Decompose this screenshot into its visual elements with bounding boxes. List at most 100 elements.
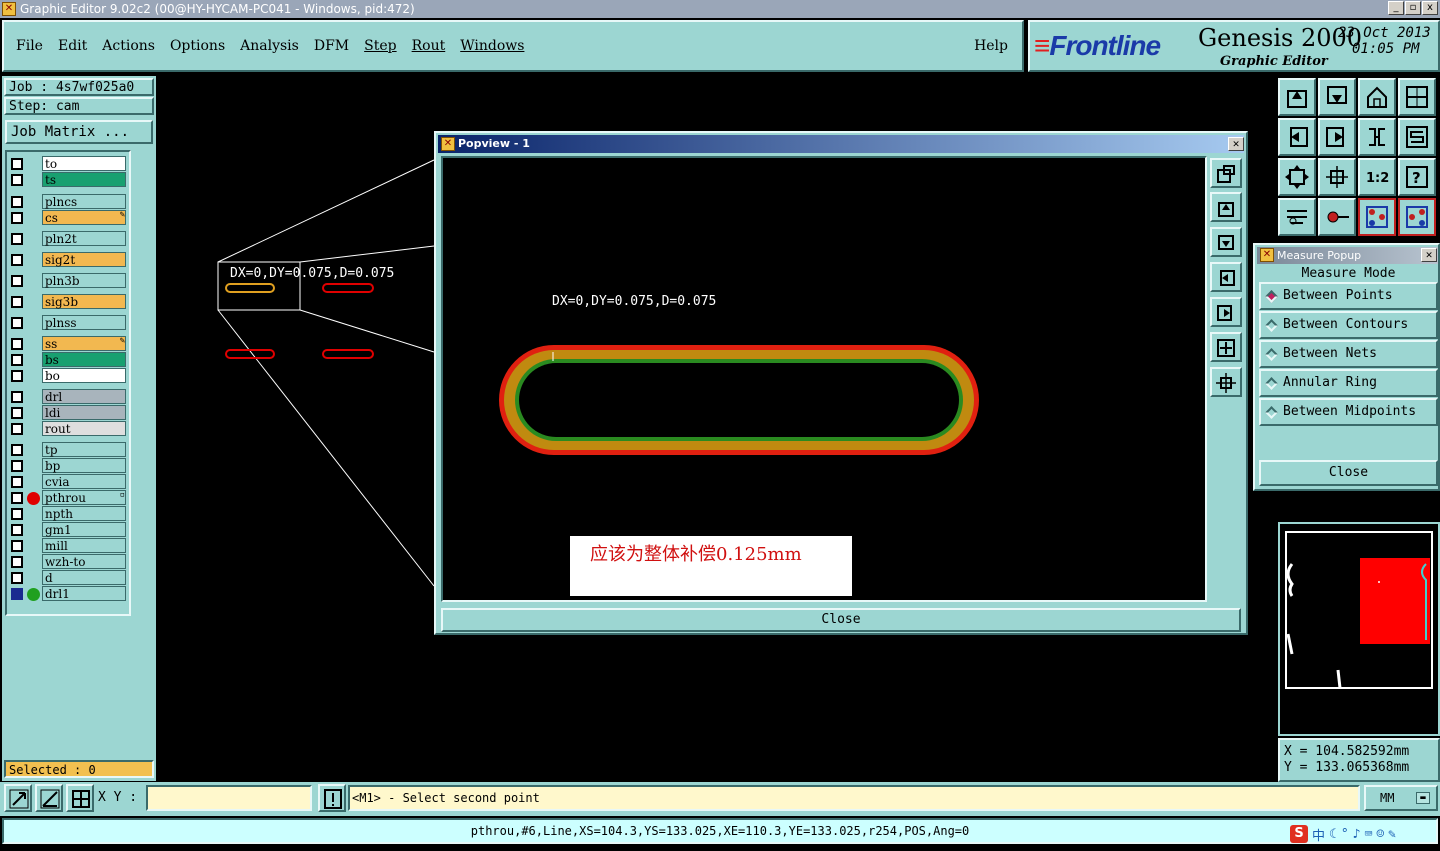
keyboard-icon[interactable]: ⌨: [1365, 827, 1373, 842]
layer-checkbox[interactable]: [11, 572, 23, 584]
layer-row-mill[interactable]: mill: [7, 538, 133, 554]
maximize-button[interactable]: ▫: [1405, 1, 1421, 15]
popview-pan-down-button[interactable]: [1210, 227, 1242, 257]
popview-canvas[interactable]: DX=0,DY=0.075,D=0.075 应该为整体补偿0.125mm: [441, 156, 1207, 602]
layer-name[interactable]: sig2t: [42, 252, 126, 267]
layer-checkbox[interactable]: [11, 296, 23, 308]
layer-name[interactable]: pln2t: [42, 231, 126, 246]
layer-row-ldi[interactable]: ldi: [7, 405, 133, 421]
layer-name[interactable]: wzh-to: [42, 554, 126, 569]
layer-row-drl1[interactable]: drl1: [7, 586, 133, 602]
slot-pad[interactable]: [322, 283, 374, 293]
layer-row-pthrou[interactable]: pthrou ▫: [7, 490, 133, 506]
voice-icon[interactable]: ♪: [1353, 827, 1361, 842]
xy-input[interactable]: [146, 785, 312, 811]
sogou-logo-icon[interactable]: S: [1290, 825, 1308, 843]
layer-row-cvia[interactable]: cvia: [7, 474, 133, 490]
layer-name[interactable]: tp: [42, 442, 126, 457]
option-annular-ring[interactable]: Annular Ring: [1259, 369, 1438, 397]
minimize-button[interactable]: _: [1388, 1, 1404, 15]
layer-checkbox[interactable]: [11, 556, 23, 568]
layer-name[interactable]: ts: [42, 172, 126, 187]
slot-pad[interactable]: [322, 349, 374, 359]
layer-checkbox[interactable]: [11, 492, 23, 504]
pan-right-button[interactable]: [1318, 118, 1356, 156]
popview-zoom-window-button[interactable]: [1210, 158, 1242, 188]
layer-checkbox[interactable]: [11, 212, 23, 224]
popview-zoom-in-button[interactable]: [1210, 367, 1242, 397]
layer-row-to[interactable]: to: [7, 156, 133, 172]
units-dropdown[interactable]: MM ▬: [1364, 785, 1438, 811]
popview-zoom-out-button[interactable]: [1210, 332, 1242, 362]
net-select-button[interactable]: [1358, 198, 1396, 236]
layer-name[interactable]: rout: [42, 421, 126, 436]
layer-name[interactable]: ss: [42, 336, 126, 351]
pan-down-button[interactable]: [1318, 78, 1356, 116]
layer-row-plnss[interactable]: plnss: [7, 315, 133, 331]
layer-checkbox[interactable]: [11, 233, 23, 245]
close-window-button[interactable]: x: [1422, 1, 1438, 15]
scale-1-2-button[interactable]: 1:2: [1358, 158, 1396, 196]
layer-name[interactable]: plncs: [42, 194, 126, 209]
layer-row-bp[interactable]: bp: [7, 458, 133, 474]
moon-icon[interactable]: ☾: [1329, 827, 1337, 842]
layer-row-bo[interactable]: bo: [7, 368, 133, 384]
layer-row-d[interactable]: d: [7, 570, 133, 586]
mirror-button[interactable]: [1358, 118, 1396, 156]
layer-checkbox[interactable]: [11, 196, 23, 208]
layer-name[interactable]: gm1: [42, 522, 126, 537]
layer-name[interactable]: plnss: [42, 315, 126, 330]
measure-popup-close-icon[interactable]: ✕: [1421, 248, 1437, 262]
layer-name[interactable]: sig3b: [42, 294, 126, 309]
user-icon[interactable]: ☺: [1376, 827, 1384, 842]
layer-row-sig3b[interactable]: sig3b: [7, 294, 133, 310]
menu-dfm[interactable]: DFM: [314, 38, 349, 54]
layer-row-pln2t[interactable]: pln2t: [7, 231, 133, 247]
job-matrix-button[interactable]: Job Matrix ...: [5, 120, 153, 144]
layer-checkbox[interactable]: [11, 254, 23, 266]
layer-checkbox[interactable]: [11, 338, 23, 350]
menu-file[interactable]: File: [16, 38, 43, 54]
layer-name[interactable]: bp: [42, 458, 126, 473]
layer-checkbox[interactable]: [11, 317, 23, 329]
option-between-nets[interactable]: Between Nets: [1259, 340, 1438, 368]
layer-name[interactable]: cvia: [42, 474, 126, 489]
layer-row-ss[interactable]: ss ✎: [7, 336, 133, 352]
option-between-midpoints[interactable]: Between Midpoints: [1259, 398, 1438, 426]
home-up-button[interactable]: [1278, 78, 1316, 116]
layer-checkbox[interactable]: [11, 524, 23, 536]
layer-checkbox[interactable]: [11, 540, 23, 552]
menu-options[interactable]: Options: [170, 38, 225, 54]
layer-name[interactable]: drl: [42, 389, 126, 404]
alert-icon[interactable]: [318, 784, 346, 812]
layer-name[interactable]: drl1: [42, 586, 126, 601]
popview-pan-left-button[interactable]: [1210, 262, 1242, 292]
punctuation-icon[interactable]: °: [1341, 827, 1349, 842]
menu-analysis[interactable]: Analysis: [240, 38, 299, 54]
layer-row-wzh-to[interactable]: wzh-to: [7, 554, 133, 570]
redraw-button[interactable]: [1398, 118, 1436, 156]
angle-snap-icon[interactable]: [35, 784, 63, 812]
menu-windows[interactable]: Windows: [460, 38, 524, 54]
layer-row-plncs[interactable]: plncs: [7, 194, 133, 210]
layer-row-tp[interactable]: tp: [7, 442, 133, 458]
home-icon[interactable]: [1358, 78, 1396, 116]
net-highlight-button[interactable]: [1398, 198, 1436, 236]
overview-map[interactable]: [1278, 522, 1440, 736]
layer-row-ts[interactable]: ts: [7, 172, 133, 188]
layer-name[interactable]: bo: [42, 368, 126, 383]
layer-checkbox[interactable]: [11, 588, 23, 600]
layer-checkbox[interactable]: [11, 508, 23, 520]
layer-row-bs[interactable]: bs: [7, 352, 133, 368]
menu-step[interactable]: Step: [364, 38, 396, 54]
layer-name[interactable]: npth: [42, 506, 126, 521]
layer-row-rout[interactable]: rout: [7, 421, 133, 437]
layer-checkbox[interactable]: [11, 476, 23, 488]
layer-name[interactable]: ldi: [42, 405, 126, 420]
layer-checkbox[interactable]: [11, 407, 23, 419]
menu-rout[interactable]: Rout: [412, 38, 446, 54]
slot-pad[interactable]: [225, 349, 275, 359]
layer-row-gm1[interactable]: gm1: [7, 522, 133, 538]
ime-toolbar[interactable]: S 中 ☾ ° ♪ ⌨ ☺ ✎: [1290, 824, 1396, 844]
option-between-points[interactable]: Between Points: [1259, 282, 1438, 310]
